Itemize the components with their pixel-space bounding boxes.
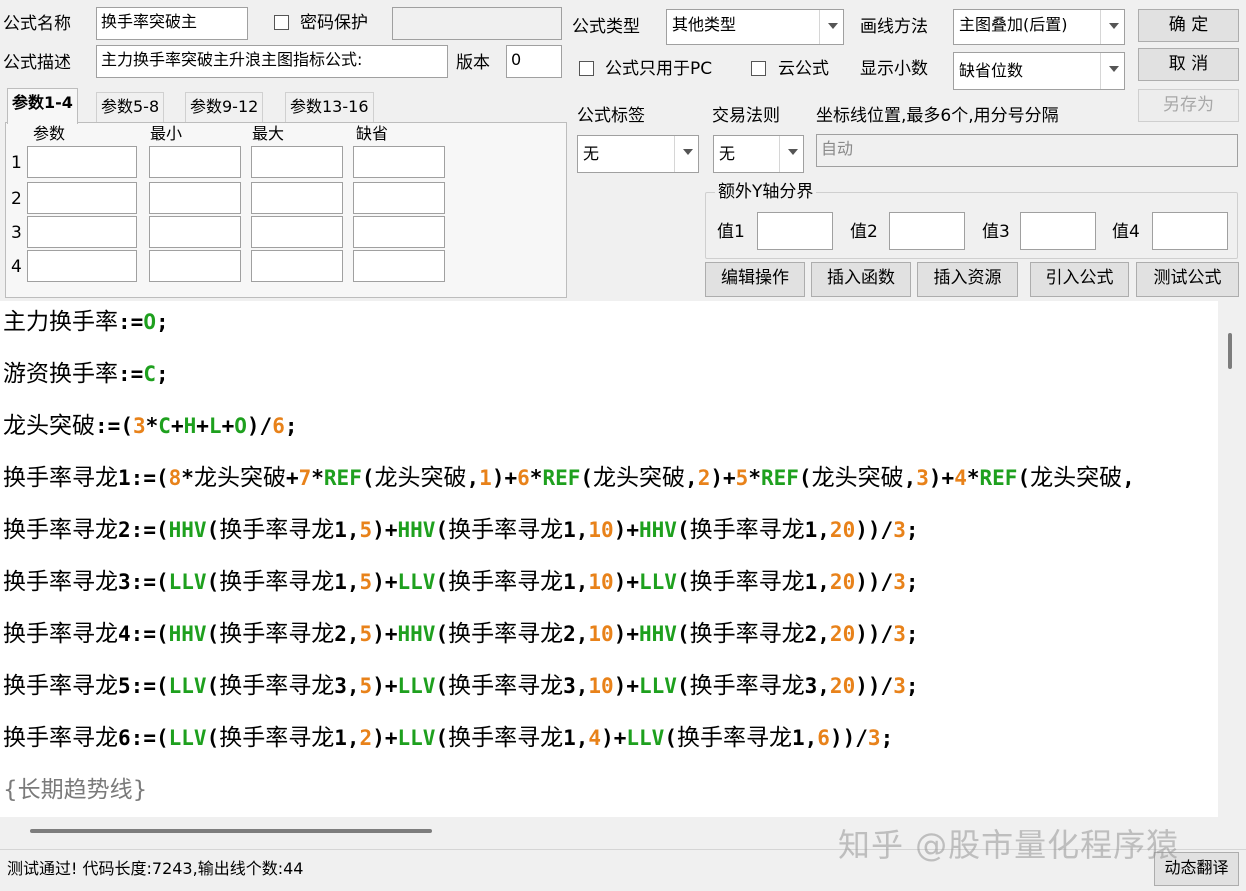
draw-method-select[interactable]: 主图叠加(后置) <box>953 9 1125 45</box>
coord-line-input[interactable]: 自动 <box>816 134 1238 167</box>
cloud-formula-checkbox[interactable] <box>751 61 766 76</box>
formula-desc-label: 公式描述 <box>3 53 71 73</box>
horizontal-scroll-thumb[interactable] <box>30 829 432 833</box>
pc-only-label: 公式只用于PC <box>605 59 713 79</box>
col-header-min: 最小 <box>150 124 183 143</box>
param-default-input-3[interactable] <box>353 216 445 248</box>
param-name-input-3[interactable] <box>27 216 137 248</box>
ok-button[interactable]: 确 定 <box>1138 9 1239 42</box>
chevron-down-icon[interactable] <box>779 136 803 172</box>
cancel-button[interactable]: 取 消 <box>1138 48 1239 81</box>
draw-method-label: 画线方法 <box>860 17 928 37</box>
chevron-down-icon[interactable] <box>674 136 698 172</box>
param-min-input-4[interactable] <box>149 250 241 282</box>
save-as-button[interactable]: 另存为 <box>1138 89 1239 122</box>
formula-type-value: 其他类型 <box>672 15 737 34</box>
param-max-input-4[interactable] <box>251 250 343 282</box>
password-checkbox[interactable] <box>274 15 289 30</box>
param-max-input-1[interactable] <box>251 146 343 178</box>
insert-function-button[interactable]: 插入函数 <box>811 262 911 297</box>
tab-params-9-12[interactable]: 参数9-12 <box>185 92 264 122</box>
draw-method-value: 主图叠加(后置) <box>959 15 1068 34</box>
formula-tag-select[interactable]: 无 <box>577 135 699 173</box>
code-line: 换手率寻龙6:=(LLV(换手率寻龙1,2)+LLV(换手率寻龙1,4)+LLV… <box>3 725 894 751</box>
value2-input[interactable] <box>889 212 965 250</box>
value3-input[interactable] <box>1020 212 1096 250</box>
param-min-input-1[interactable] <box>149 146 241 178</box>
decimal-select[interactable]: 缺省位数 <box>953 52 1125 90</box>
code-line: 游资换手率:=C; <box>3 361 169 387</box>
test-formula-button[interactable]: 测试公式 <box>1136 262 1239 297</box>
row-number: 1 <box>11 153 22 173</box>
password-input[interactable] <box>392 7 562 40</box>
param-max-input-2[interactable] <box>251 182 343 214</box>
trade-rule-select[interactable]: 无 <box>713 135 804 173</box>
code-line: 龙头突破:=(3*C+H+L+O)/6; <box>3 413 298 439</box>
code-line: 主力换手率:=O; <box>3 309 169 335</box>
code-line: {长期趋势线} <box>3 777 148 803</box>
version-label: 版本 <box>456 53 490 73</box>
status-message: 测试通过! 代码长度:7243,输出线个数:44 <box>7 859 304 878</box>
param-default-input-4[interactable] <box>353 250 445 282</box>
formula-tag-value: 无 <box>583 144 600 163</box>
row-number: 2 <box>11 189 22 209</box>
param-name-input-4[interactable] <box>27 250 137 282</box>
col-header-default: 缺省 <box>356 124 389 143</box>
param-name-input-2[interactable] <box>27 182 137 214</box>
param-max-input-3[interactable] <box>251 216 343 248</box>
chevron-down-icon[interactable] <box>819 10 843 44</box>
vertical-scrollbar[interactable] <box>1218 301 1246 817</box>
code-line: 换手率寻龙1:=(8*龙头突破+7*REF(龙头突破,1)+6*REF(龙头突破… <box>3 465 1135 491</box>
formula-type-select[interactable]: 其他类型 <box>666 9 844 45</box>
param-name-input-1[interactable] <box>27 146 137 178</box>
code-line: 换手率寻龙4:=(HHV(换手率寻龙2,5)+HHV(换手率寻龙2,10)+HH… <box>3 621 919 647</box>
vertical-scroll-thumb[interactable] <box>1228 333 1232 369</box>
trade-rule-value: 无 <box>719 144 736 163</box>
col-header-param: 参数 <box>33 124 66 143</box>
value1-label: 值1 <box>717 222 745 242</box>
value4-input[interactable] <box>1152 212 1228 250</box>
param-min-input-2[interactable] <box>149 182 241 214</box>
formula-tag-label: 公式标签 <box>577 106 645 126</box>
trade-rule-label: 交易法则 <box>712 106 780 126</box>
value2-label: 值2 <box>850 222 878 242</box>
code-line: 换手率寻龙3:=(LLV(换手率寻龙1,5)+LLV(换手率寻龙1,10)+LL… <box>3 569 919 595</box>
insert-resource-button[interactable]: 插入资源 <box>917 262 1018 297</box>
tab-params-1-4[interactable]: 参数1-4 <box>7 88 78 124</box>
import-formula-button[interactable]: 引入公式 <box>1030 262 1129 297</box>
chevron-down-icon[interactable] <box>1100 53 1124 89</box>
decimal-value: 缺省位数 <box>959 61 1024 80</box>
edit-operation-button[interactable]: 编辑操作 <box>705 262 805 297</box>
param-default-input-1[interactable] <box>353 146 445 178</box>
cloud-formula-label: 云公式 <box>778 59 829 79</box>
extra-yaxis-label: 额外Y轴分界 <box>715 181 817 203</box>
row-number: 4 <box>11 257 22 277</box>
value1-input[interactable] <box>757 212 833 250</box>
decimal-label: 显示小数 <box>860 59 928 79</box>
formula-type-label: 公式类型 <box>572 17 640 37</box>
formula-name-input[interactable]: 换手率突破主 <box>96 7 248 40</box>
code-line: 换手率寻龙5:=(LLV(换手率寻龙3,5)+LLV(换手率寻龙3,10)+LL… <box>3 673 919 699</box>
row-number: 3 <box>11 223 22 243</box>
coord-line-label: 坐标线位置,最多6个,用分号分隔 <box>816 106 1059 126</box>
param-default-input-2[interactable] <box>353 182 445 214</box>
formula-name-label: 公式名称 <box>3 14 71 34</box>
chevron-down-icon[interactable] <box>1100 10 1124 44</box>
code-line: 换手率寻龙2:=(HHV(换手率寻龙1,5)+HHV(换手率寻龙1,10)+HH… <box>3 517 919 543</box>
version-input[interactable]: 0 <box>506 45 562 78</box>
code-editor[interactable]: 主力换手率:=O; 游资换手率:=C; 龙头突破:=(3*C+H+L+O)/6; 换手… <box>0 301 1218 817</box>
formula-desc-input[interactable]: 主力换手率突破主升浪主图指标公式: <box>96 45 448 78</box>
tab-params-13-16[interactable]: 参数13-16 <box>285 92 374 122</box>
value3-label: 值3 <box>982 222 1010 242</box>
param-min-input-3[interactable] <box>149 216 241 248</box>
value4-label: 值4 <box>1112 222 1140 242</box>
password-label: 密码保护 <box>300 13 368 33</box>
tab-params-5-8[interactable]: 参数5-8 <box>96 92 165 122</box>
col-header-max: 最大 <box>252 124 285 143</box>
pc-only-checkbox[interactable] <box>579 61 594 76</box>
watermark: 知乎 @股市量化程序猿 <box>838 826 1180 864</box>
